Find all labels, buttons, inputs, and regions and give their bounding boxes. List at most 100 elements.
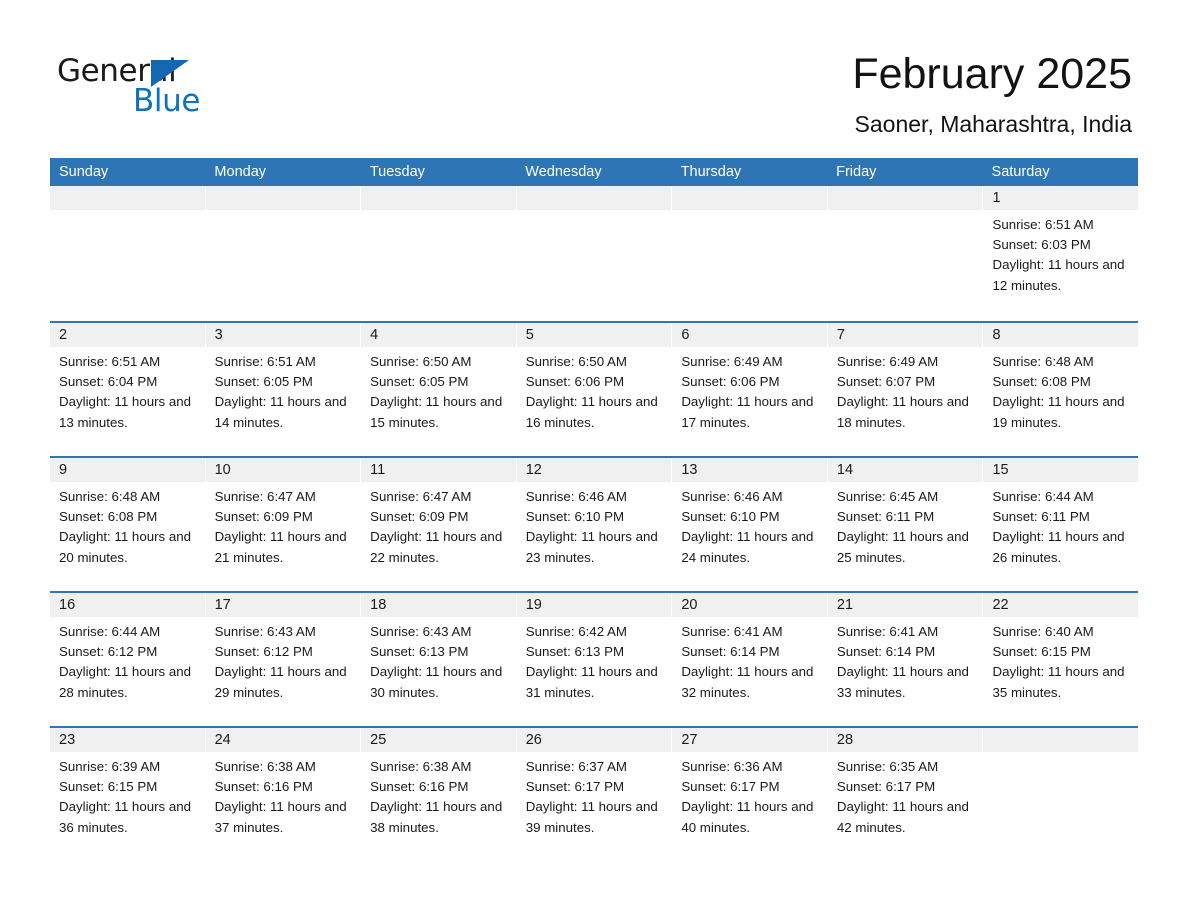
sunset-text: Sunset: 6:08 PM: [59, 509, 158, 525]
day-number: 14: [827, 458, 983, 482]
day-info: Sunrise: 6:49 AM Sunset: 6:07 PM Daylight:…: [828, 347, 983, 433]
day-cell[interactable]: 5 Sunrise: 6:50 AM Sunset: 6:06 PM Daylight…: [516, 323, 673, 456]
day-number: 15: [983, 458, 1139, 482]
day-number: 24: [205, 728, 361, 752]
day-cell[interactable]: 24 Sunrise: 6:38 AM Sunset: 6:16 PM Dayligh…: [205, 728, 362, 861]
day-cell[interactable]: 18 Sunrise: 6:43 AM Sunset: 6:13 PM Dayligh…: [361, 593, 517, 726]
day-info: Sunrise: 6:50 AM Sunset: 6:05 PM Daylight:…: [361, 347, 516, 433]
day-info: Sunrise: 6:46 AM Sunset: 6:10 PM Daylight:…: [672, 482, 827, 568]
day-cell[interactable]: 21 Sunrise: 6:41 AM Sunset: 6:14 PM Dayligh…: [827, 593, 984, 726]
sunset-text: Sunset: 6:14 PM: [681, 644, 780, 660]
sunrise-text: Sunrise: 6:46 AM: [525, 489, 627, 504]
day-number: 8: [983, 323, 1139, 347]
sunrise-text: Sunrise: 6:38 AM: [370, 759, 472, 774]
sunset-text: Sunset: 6:03 PM: [992, 237, 1091, 253]
day-info: Sunrise: 6:39 AM Sunset: 6:15 PM Daylight:…: [50, 752, 205, 838]
daylight-text: Daylight: 11 hours and 42 minutes.: [836, 799, 969, 835]
day-cell[interactable]: 4 Sunrise: 6:50 AM Sunset: 6:05 PM Daylight…: [361, 323, 517, 456]
day-cell[interactable]: 1 Sunrise: 6:51 AM Sunset: 6:03 PM Daylight…: [983, 186, 1139, 321]
day-info: Sunrise: 6:43 AM Sunset: 6:12 PM Daylight:…: [206, 617, 361, 703]
day-info: Sunrise: 6:51 AM Sunset: 6:04 PM Daylight:…: [50, 347, 205, 433]
day-number: 16: [50, 593, 205, 617]
calendar-week-row: 2 Sunrise: 6:51 AM Sunset: 6:04 PM Daylight…: [50, 321, 1139, 456]
sunrise-text: Sunrise: 6:38 AM: [214, 759, 316, 774]
day-cell[interactable]: 15 Sunrise: 6:44 AM Sunset: 6:11 PM Dayligh…: [983, 458, 1139, 591]
day-cell[interactable]: 27 Sunrise: 6:36 AM Sunset: 6:17 PM Dayligh…: [672, 728, 828, 861]
day-number: 23: [50, 728, 205, 752]
sunset-text: Sunset: 6:13 PM: [525, 644, 625, 660]
day-number: 9: [50, 458, 205, 482]
day-cell-empty: [983, 728, 1139, 861]
daylight-text: Daylight: 11 hours and 17 minutes.: [681, 394, 814, 430]
sunrise-text: Sunrise: 6:51 AM: [214, 354, 316, 369]
day-number: [205, 186, 361, 210]
sunrise-text: Sunrise: 6:51 AM: [59, 354, 161, 369]
daylight-text: Daylight: 11 hours and 22 minutes.: [370, 529, 503, 565]
day-cell[interactable]: 8 Sunrise: 6:48 AM Sunset: 6:08 PM Daylight…: [983, 323, 1139, 456]
sunrise-text: Sunrise: 6:47 AM: [214, 489, 316, 504]
day-number: 25: [361, 728, 516, 752]
day-cell-empty: [205, 186, 362, 321]
sunrise-text: Sunrise: 6:43 AM: [214, 624, 316, 639]
day-info: Sunrise: 6:40 AM Sunset: 6:15 PM Daylight:…: [983, 617, 1138, 703]
daylight-text: Daylight: 11 hours and 29 minutes.: [214, 664, 347, 700]
weekday-header-monday: Monday: [214, 164, 267, 180]
sunset-text: Sunset: 6:17 PM: [681, 779, 780, 795]
sunrise-text: Sunrise: 6:44 AM: [992, 489, 1094, 504]
day-number: [50, 186, 205, 210]
day-cell[interactable]: 19 Sunrise: 6:42 AM Sunset: 6:13 PM Dayligh…: [516, 593, 673, 726]
daylight-text: Daylight: 11 hours and 28 minutes.: [59, 664, 192, 700]
day-info: Sunrise: 6:48 AM Sunset: 6:08 PM Daylight:…: [983, 347, 1138, 433]
day-cell-empty: [827, 186, 984, 321]
sunset-text: Sunset: 6:10 PM: [525, 509, 625, 525]
daylight-text: Daylight: 11 hours and 24 minutes.: [681, 529, 814, 565]
sunset-text: Sunset: 6:05 PM: [214, 374, 313, 390]
day-cell[interactable]: 6 Sunrise: 6:49 AM Sunset: 6:06 PM Daylight…: [672, 323, 828, 456]
sunrise-text: Sunrise: 6:45 AM: [836, 489, 939, 504]
sunrise-text: Sunrise: 6:40 AM: [992, 624, 1094, 639]
sunset-text: Sunset: 6:17 PM: [836, 779, 936, 795]
day-cell[interactable]: 26 Sunrise: 6:37 AM Sunset: 6:17 PM Dayligh…: [516, 728, 673, 861]
day-cell[interactable]: 25 Sunrise: 6:38 AM Sunset: 6:16 PM Dayligh…: [361, 728, 517, 861]
sunset-text: Sunset: 6:14 PM: [836, 644, 936, 660]
sunset-text: Sunset: 6:06 PM: [525, 374, 625, 390]
day-number: 26: [516, 728, 672, 752]
day-info: Sunrise: 6:37 AM Sunset: 6:17 PM Daylight:…: [517, 752, 672, 838]
day-cell[interactable]: 20 Sunrise: 6:41 AM Sunset: 6:14 PM Dayligh…: [672, 593, 828, 726]
day-cell[interactable]: 12 Sunrise: 6:46 AM Sunset: 6:10 PM Dayligh…: [516, 458, 673, 591]
location-subtitle: Saoner, Maharashtra, India: [854, 111, 1132, 137]
sunrise-text: Sunrise: 6:43 AM: [370, 624, 472, 639]
day-cell[interactable]: 10 Sunrise: 6:47 AM Sunset: 6:09 PM Dayligh…: [205, 458, 362, 591]
day-cell[interactable]: 16 Sunrise: 6:44 AM Sunset: 6:12 PM Dayligh…: [50, 593, 206, 726]
day-cell[interactable]: 2 Sunrise: 6:51 AM Sunset: 6:04 PM Daylight…: [50, 323, 206, 456]
day-number: 12: [516, 458, 672, 482]
weekday-header-wednesday: Wednesday: [525, 164, 602, 180]
sunrise-text: Sunrise: 6:39 AM: [59, 759, 161, 774]
day-cell[interactable]: 14 Sunrise: 6:45 AM Sunset: 6:11 PM Dayligh…: [827, 458, 984, 591]
day-cell[interactable]: 13 Sunrise: 6:46 AM Sunset: 6:10 PM Dayligh…: [672, 458, 828, 591]
day-info: Sunrise: 6:42 AM Sunset: 6:13 PM Daylight:…: [517, 617, 672, 703]
day-cell[interactable]: 7 Sunrise: 6:49 AM Sunset: 6:07 PM Daylight…: [827, 323, 984, 456]
day-info: Sunrise: 6:44 AM Sunset: 6:12 PM Daylight:…: [50, 617, 205, 703]
sunrise-text: Sunrise: 6:44 AM: [59, 624, 161, 639]
day-cell[interactable]: 9 Sunrise: 6:48 AM Sunset: 6:08 PM Daylight…: [50, 458, 206, 591]
day-cell[interactable]: 22 Sunrise: 6:40 AM Sunset: 6:15 PM Dayligh…: [983, 593, 1139, 726]
generalblue-logo[interactable]: General Blue: [57, 54, 277, 124]
day-cell[interactable]: 28 Sunrise: 6:35 AM Sunset: 6:17 PM Dayligh…: [827, 728, 984, 861]
sunset-text: Sunset: 6:15 PM: [59, 779, 158, 795]
calendar-week-row: 9 Sunrise: 6:48 AM Sunset: 6:08 PM Daylight…: [50, 456, 1139, 591]
day-cell[interactable]: 17 Sunrise: 6:43 AM Sunset: 6:12 PM Dayligh…: [205, 593, 362, 726]
day-cell[interactable]: 23 Sunrise: 6:39 AM Sunset: 6:15 PM Dayligh…: [50, 728, 206, 861]
logo-text-blue: Blue: [133, 83, 200, 119]
day-number: 1: [983, 186, 1139, 210]
day-number: [983, 728, 1139, 752]
day-number: [516, 186, 672, 210]
day-info: Sunrise: 6:45 AM Sunset: 6:11 PM Daylight:…: [828, 482, 983, 568]
sunrise-text: Sunrise: 6:41 AM: [681, 624, 783, 639]
day-cell[interactable]: 11 Sunrise: 6:47 AM Sunset: 6:09 PM Dayligh…: [361, 458, 517, 591]
daylight-text: Daylight: 11 hours and 18 minutes.: [836, 394, 969, 430]
day-cell[interactable]: 3 Sunrise: 6:51 AM Sunset: 6:05 PM Daylight…: [205, 323, 362, 456]
sunset-text: Sunset: 6:12 PM: [59, 644, 158, 660]
day-number: 7: [827, 323, 983, 347]
daylight-text: Daylight: 11 hours and 12 minutes.: [992, 257, 1125, 293]
